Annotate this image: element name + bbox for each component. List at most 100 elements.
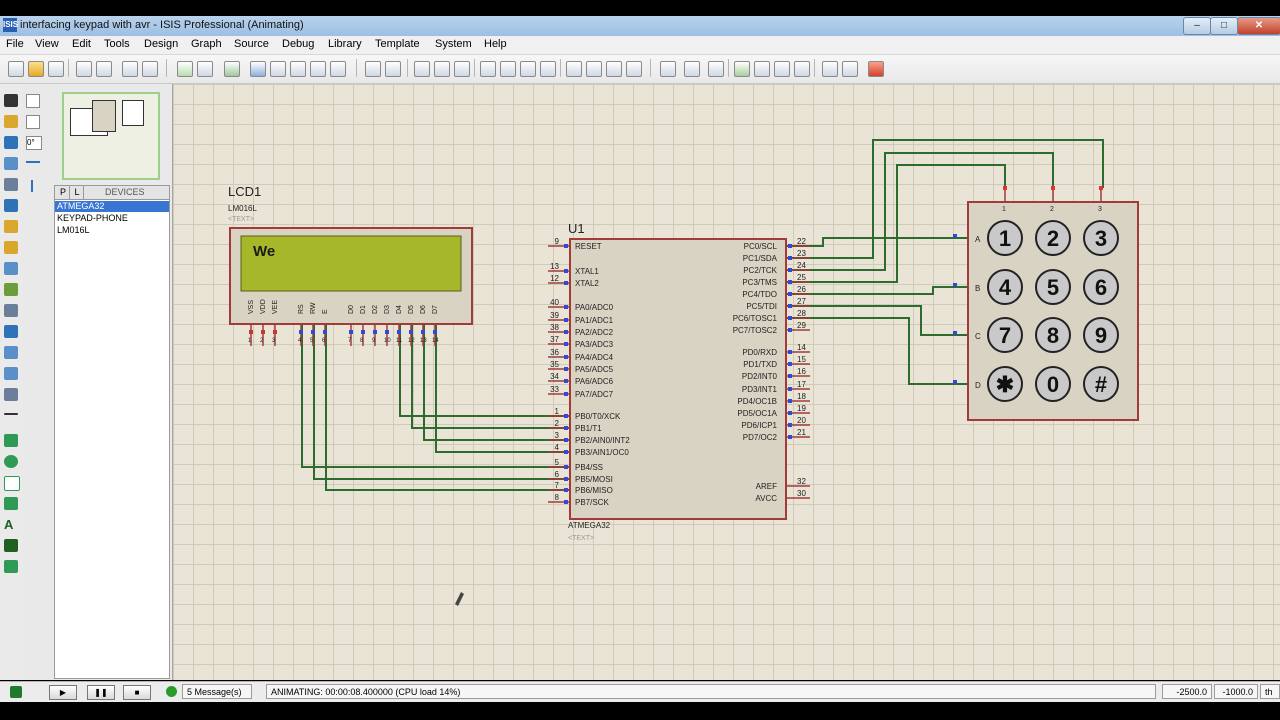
- play-button[interactable]: ▶: [49, 685, 77, 700]
- menu-template[interactable]: Template: [375, 38, 420, 50]
- menu-view[interactable]: View: [35, 38, 59, 50]
- device-item-keypad-phone[interactable]: KEYPAD-PHONE: [57, 213, 128, 223]
- component-mode-icon[interactable]: [4, 115, 18, 128]
- device-item-lm016l[interactable]: LM016L: [57, 225, 90, 235]
- exit-to-parent-icon[interactable]: [774, 61, 790, 77]
- undo-icon[interactable]: [365, 61, 381, 77]
- mirror-y-icon[interactable]: [31, 180, 33, 192]
- grid-icon[interactable]: [197, 61, 213, 77]
- generator-icon[interactable]: [4, 325, 18, 338]
- bus-icon[interactable]: [4, 199, 18, 212]
- path-tool-icon[interactable]: [4, 497, 18, 510]
- wire-autorouter-icon[interactable]: [660, 61, 676, 77]
- decompose-icon[interactable]: [626, 61, 642, 77]
- new-file-icon[interactable]: [8, 61, 24, 77]
- redo-icon[interactable]: [385, 61, 401, 77]
- keypad-component[interactable]: 1 2 3 4 5 6 7 8 9 ✱ 0 # A B C D 1 2 3: [953, 186, 1139, 421]
- package-tool-icon[interactable]: [606, 61, 622, 77]
- terminals-icon[interactable]: [4, 241, 18, 254]
- electrical-rule-check-icon[interactable]: [822, 61, 838, 77]
- pick-device-icon[interactable]: [566, 61, 582, 77]
- current-probe-icon[interactable]: [4, 367, 18, 380]
- circle-tool-icon[interactable]: [4, 455, 18, 468]
- zoom-out-icon[interactable]: [290, 61, 306, 77]
- maximize-button[interactable]: □: [1210, 17, 1238, 35]
- menu-file[interactable]: File: [6, 38, 24, 50]
- close-button[interactable]: ✕: [1237, 17, 1280, 35]
- print-icon[interactable]: [122, 61, 138, 77]
- open-folder-icon[interactable]: [28, 61, 44, 77]
- arc-tool-icon[interactable]: [4, 476, 20, 491]
- menu-graph[interactable]: Graph: [191, 38, 222, 50]
- menu-help[interactable]: Help: [484, 38, 507, 50]
- new-sheet-icon[interactable]: [734, 61, 750, 77]
- messages-count[interactable]: 5 Message(s): [182, 684, 252, 699]
- junction-dot-icon[interactable]: [4, 136, 18, 149]
- device-item-atmega32[interactable]: ATMEGA32: [57, 201, 104, 211]
- refresh-icon[interactable]: [177, 61, 193, 77]
- pause-button[interactable]: ❚❚: [87, 685, 115, 700]
- overview-window[interactable]: [62, 92, 160, 180]
- block-move-icon[interactable]: [500, 61, 516, 77]
- block-copy-icon[interactable]: [480, 61, 496, 77]
- graph-mode-icon[interactable]: [4, 283, 18, 296]
- pin-state-dot: [564, 414, 568, 418]
- rotation-input[interactable]: 0°: [26, 136, 42, 150]
- property-tool-icon[interactable]: [708, 61, 724, 77]
- cut-icon[interactable]: [414, 61, 430, 77]
- tape-recorder-icon[interactable]: [4, 304, 18, 317]
- menu-debug[interactable]: Debug: [282, 38, 314, 50]
- subcircuit-icon[interactable]: [4, 220, 18, 233]
- rotate-cw-icon[interactable]: [26, 94, 40, 108]
- zoom-area-icon[interactable]: [330, 61, 346, 77]
- wire-label-icon[interactable]: [4, 157, 18, 170]
- mcu-pin-number: 15: [797, 355, 806, 364]
- tab-pick-device[interactable]: P: [57, 186, 70, 199]
- save-icon[interactable]: [48, 61, 64, 77]
- tab-library-manager[interactable]: L: [71, 186, 84, 199]
- text-tool-icon[interactable]: A: [4, 518, 18, 531]
- menu-source[interactable]: Source: [234, 38, 269, 50]
- minimize-button[interactable]: ‒: [1183, 17, 1211, 35]
- bill-of-materials-icon[interactable]: [794, 61, 810, 77]
- text-script-icon[interactable]: [4, 178, 18, 191]
- isis-app-icon[interactable]: ISIS: [3, 18, 18, 32]
- menu-library[interactable]: Library: [328, 38, 362, 50]
- device-pins-icon[interactable]: [4, 262, 18, 275]
- schematic-canvas[interactable]: We LCD1 LM016L <TEXT> VSS VDD VEE RS RW …: [173, 84, 1280, 680]
- menu-edit[interactable]: Edit: [72, 38, 91, 50]
- zoom-all-icon[interactable]: [310, 61, 326, 77]
- export-icon[interactable]: [96, 61, 112, 77]
- mcu-component[interactable]: U1 ATMEGA32 <TEXT> 9RESET13XTAL112XTAL24…: [548, 221, 810, 542]
- block-rotate-icon[interactable]: [520, 61, 536, 77]
- symbol-tool-icon[interactable]: [4, 539, 18, 552]
- pan-icon[interactable]: [250, 61, 266, 77]
- netlist-icon[interactable]: [842, 61, 858, 77]
- marker-tool-icon[interactable]: [4, 560, 18, 573]
- menu-tools[interactable]: Tools: [104, 38, 130, 50]
- rotate-ccw-icon[interactable]: [26, 115, 40, 129]
- import-icon[interactable]: [76, 61, 92, 77]
- ares-icon[interactable]: [868, 61, 884, 77]
- print-area-icon[interactable]: [142, 61, 158, 77]
- menu-system[interactable]: System: [435, 38, 472, 50]
- stop-button[interactable]: ■: [123, 685, 151, 700]
- selection-mode-icon[interactable]: [4, 94, 18, 107]
- box-tool-icon[interactable]: [4, 434, 18, 447]
- virtual-instruments-icon[interactable]: [4, 388, 18, 401]
- copy-icon[interactable]: [434, 61, 450, 77]
- paste-icon[interactable]: [454, 61, 470, 77]
- remove-sheet-icon[interactable]: [754, 61, 770, 77]
- line-tool-icon[interactable]: [4, 413, 18, 415]
- search-tag-icon[interactable]: [684, 61, 700, 77]
- make-device-icon[interactable]: [586, 61, 602, 77]
- lcd-component[interactable]: We LCD1 LM016L <TEXT> VSS VDD VEE RS RW …: [228, 184, 473, 346]
- toolbar-separator: [166, 59, 167, 77]
- zoom-in-icon[interactable]: [270, 61, 286, 77]
- menu-design[interactable]: Design: [144, 38, 178, 50]
- block-delete-icon[interactable]: [540, 61, 556, 77]
- pin-state-dot: [421, 330, 425, 334]
- origin-icon[interactable]: [224, 61, 240, 77]
- voltage-probe-icon[interactable]: [4, 346, 18, 359]
- mirror-x-icon[interactable]: [26, 161, 40, 171]
